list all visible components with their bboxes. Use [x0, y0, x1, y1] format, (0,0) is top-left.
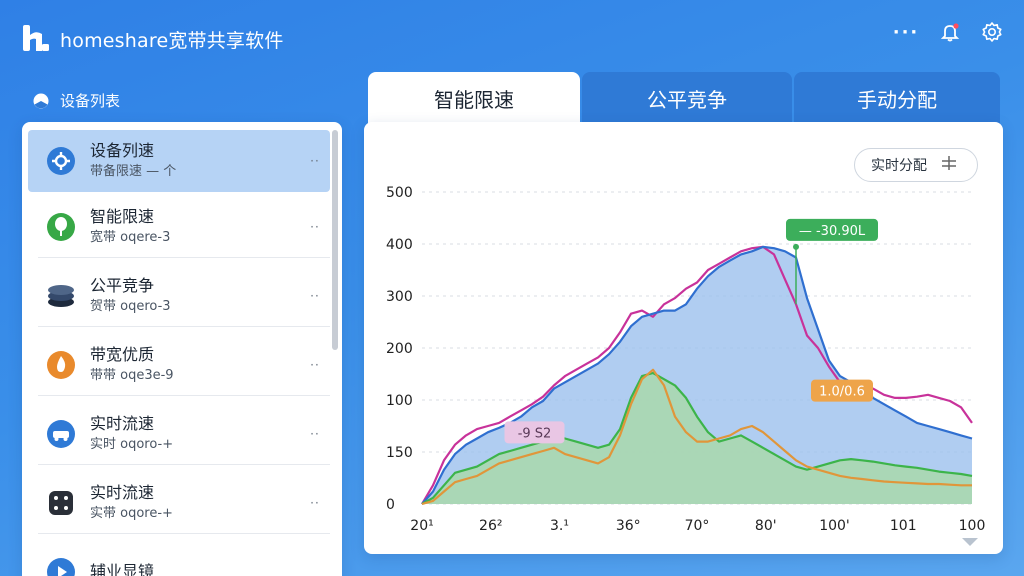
annotation-label: 1.0/0.6: [819, 385, 865, 400]
scroll-down-icon: [962, 538, 978, 546]
x-tick-label: 101: [890, 518, 917, 534]
x-tick-label: 100': [819, 518, 850, 534]
device-item[interactable]: 实时流速 实带 oqore-+ ··: [38, 472, 330, 534]
gear-shield-icon: [46, 146, 76, 176]
sliders-icon: [941, 155, 957, 175]
y-tick-label: 500: [386, 185, 413, 201]
y-tick-label: 100: [386, 393, 413, 409]
device-item[interactable]: 公平竞争 贺带 oqero-3 ··: [38, 265, 330, 327]
item-more-icon[interactable]: ··: [300, 358, 330, 372]
y-tick-label: 300: [386, 289, 413, 305]
device-name: 带宽优质: [90, 344, 155, 364]
layers-icon: [46, 281, 76, 311]
dice-icon: [46, 488, 76, 518]
realtime-allocate-label: 实时分配: [871, 158, 927, 174]
device-name: 智能限速: [90, 206, 155, 226]
annotation-label: -9 S2: [518, 426, 552, 441]
gear-icon[interactable]: [978, 18, 1006, 46]
device-item[interactable]: 实时流速 实时 oqoro-+ ··: [38, 403, 330, 465]
device-item[interactable]: 带宽优质 带带 oqe3e-9 ··: [38, 334, 330, 396]
tab-fair-compete[interactable]: 公平竞争: [582, 72, 792, 124]
title-bar: homeshare宽带共享软件 ···: [0, 0, 1024, 70]
x-tick-label: 26²: [479, 518, 502, 534]
car-icon: [46, 419, 76, 449]
item-more-icon[interactable]: ··: [300, 427, 330, 441]
device-name: 公平竞争: [90, 275, 155, 295]
device-subtitle: 实时 oqoro-+: [90, 436, 174, 452]
bell-icon[interactable]: [936, 18, 964, 46]
x-tick-label: 70°: [685, 518, 710, 534]
device-subtitle: 实带 oqore-+: [90, 505, 173, 521]
device-item[interactable]: 辅业显镜: [38, 541, 330, 576]
device-subtitle: 宽带 oqere-3: [90, 229, 171, 245]
device-item[interactable]: 设备列速 带备限速 — 个 ··: [28, 130, 330, 192]
x-tick-label: 3.¹: [550, 518, 569, 534]
item-more-icon[interactable]: ··: [300, 220, 330, 234]
device-name: 辅业显镜: [90, 562, 155, 576]
x-tick-label: 20¹: [410, 518, 433, 534]
device-list-icon: [33, 93, 49, 108]
chart-panel: 500 400 300 200 100 150 0 20¹ 26² 3.¹ 36° 70° 80' 100…: [364, 122, 1003, 554]
play-icon: [46, 557, 76, 576]
device-subtitle: 带带 oqe3e-9: [90, 367, 174, 383]
device-name: 设备列速: [90, 141, 155, 160]
device-list: 设备列速 带备限速 — 个 ·· 智能限速 宽带 oqere-3 ·· 公平竞争…: [22, 122, 342, 576]
device-name: 实时流速: [90, 482, 155, 502]
y-tick-label: 0: [386, 497, 395, 513]
device-name: 实时流速: [90, 413, 155, 433]
tree-icon: [46, 212, 76, 242]
homeshare-logo: [23, 25, 49, 51]
more-dots-icon[interactable]: ···: [892, 18, 920, 46]
annotation-label: — -30.90L: [799, 224, 866, 239]
app-title: homeshare宽带共享软件: [60, 30, 284, 52]
item-more-icon[interactable]: ··: [300, 496, 330, 510]
x-tick-label: 80': [755, 518, 777, 534]
item-more-icon[interactable]: ··: [300, 154, 330, 168]
tab-manual-alloc[interactable]: 手动分配: [794, 72, 1000, 124]
peak-dot: [793, 243, 799, 250]
y-tick-label: 200: [386, 341, 413, 357]
tab-smart-limit[interactable]: 智能限速: [368, 72, 580, 124]
device-subtitle: 贺带 oqero-3: [90, 298, 171, 314]
realtime-allocate-button[interactable]: 实时分配: [854, 148, 978, 182]
y-tick-label: 400: [386, 237, 413, 253]
y-tick-label: 150: [386, 445, 413, 461]
sidebar-scrollbar[interactable]: [332, 130, 338, 350]
flame-icon: [46, 350, 76, 380]
device-item[interactable]: 智能限速 宽带 oqere-3 ··: [38, 196, 330, 258]
x-tick-label: 36°: [616, 518, 641, 534]
x-tick-label: 100: [959, 518, 986, 534]
item-more-icon[interactable]: ··: [300, 289, 330, 303]
bandwidth-chart: 500 400 300 200 100 150 0 20¹ 26² 3.¹ 36° 70° 80' 100…: [386, 185, 986, 546]
device-list-header: 设备列表: [32, 90, 120, 111]
device-subtitle: 带备限速 — 个: [90, 164, 177, 179]
device-list-title: 设备列表: [60, 92, 121, 110]
